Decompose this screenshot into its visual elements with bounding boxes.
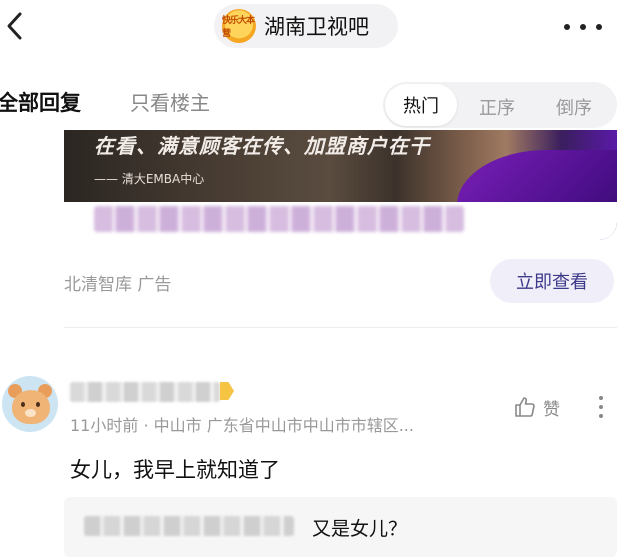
comment-more-button[interactable] (594, 394, 608, 420)
bear-icon (12, 390, 50, 424)
ad-slogan: 在看、满意顾客在传、加盟商户在干 (94, 134, 430, 158)
forum-logo: 快乐大本营 (222, 9, 256, 43)
level-badge-icon (220, 382, 234, 400)
ad-banner[interactable]: 在看、满意顾客在传、加盟商户在干 —— 清大EMBA中心 (64, 130, 617, 240)
back-button[interactable] (2, 8, 32, 44)
divider (64, 327, 617, 328)
chevron-left-icon (7, 12, 22, 40)
comment-text: 女儿，我早上就知道了 (70, 458, 280, 482)
sort-hot-button[interactable]: 热门 (385, 84, 457, 126)
ad-source: —— 清大EMBA中心 (94, 172, 205, 186)
more-horizontal-icon (564, 24, 570, 30)
tab-all-replies[interactable]: 全部回复 (0, 87, 81, 117)
comment-meta: 11小时前 · 中山市 广东省中山市中山市市辖区... (70, 416, 414, 435)
more-options-button[interactable] (560, 14, 606, 38)
more-vertical-icon (599, 396, 603, 400)
like-label: 赞 (543, 399, 560, 420)
avatar[interactable] (2, 376, 58, 432)
thumbs-up-icon (515, 397, 535, 417)
tab-only-op[interactable]: 只看楼主 (130, 87, 210, 116)
sort-ascending-button[interactable]: 正序 (479, 94, 515, 120)
like-button[interactable]: 赞 (513, 394, 571, 420)
reply-username-blurred (84, 516, 294, 536)
ad-advertiser-label: 北清智库 广告 (64, 275, 172, 295)
forum-name: 湖南卫视吧 (264, 15, 369, 39)
reply-text: 又是女儿？ (312, 518, 408, 540)
sort-descending-button[interactable]: 倒序 (556, 94, 592, 120)
ad-blurred-text (94, 206, 464, 232)
ad-view-now-button[interactable]: 立即查看 (490, 259, 614, 303)
forum-title-pill[interactable]: 快乐大本营 湖南卫视吧 (214, 4, 398, 48)
username-blurred[interactable] (70, 382, 220, 402)
